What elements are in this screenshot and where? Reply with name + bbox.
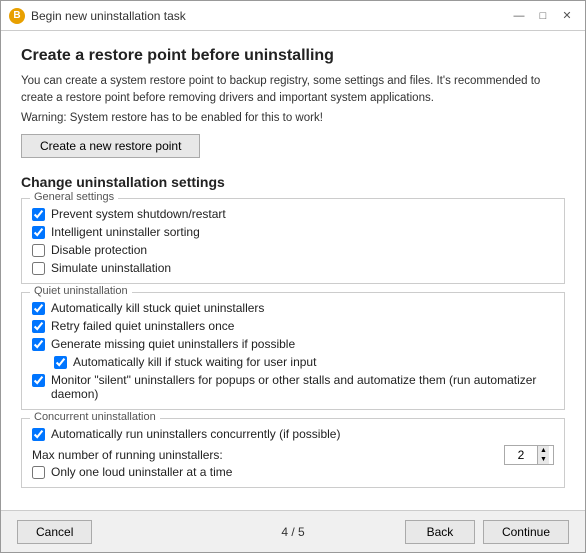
restore-warning: Warning: System restore has to be enable…: [21, 112, 565, 124]
checkbox-simulate-input[interactable]: [32, 262, 45, 275]
footer: Cancel 4 / 5 Back Continue: [1, 510, 585, 552]
spinner-max-uninstallers-input[interactable]: [505, 446, 537, 464]
title-bar: B Begin new uninstallation task — □ ✕: [1, 1, 585, 31]
concurrent-uninstall-group: Concurrent uninstallation Automatically …: [21, 418, 565, 488]
footer-right: Back Continue: [385, 520, 569, 544]
close-button[interactable]: ✕: [557, 6, 577, 26]
quiet-uninstall-group: Quiet uninstallation Automatically kill …: [21, 292, 565, 410]
title-bar-text: Begin new uninstallation task: [31, 9, 509, 23]
cancel-button[interactable]: Cancel: [17, 520, 92, 544]
spinner-up-button[interactable]: ▲: [537, 446, 549, 455]
checkbox-generate-missing: Generate missing quiet uninstallers if p…: [32, 337, 554, 351]
checkbox-monitor-silent-input[interactable]: [32, 374, 45, 387]
restore-description: You can create a system restore point to…: [21, 73, 565, 108]
checkbox-retry-failed-input[interactable]: [32, 320, 45, 333]
general-settings-label: General settings: [30, 191, 118, 203]
checkbox-intelligent-sorting: Intelligent uninstaller sorting: [32, 225, 554, 239]
checkbox-auto-concurrent: Automatically run uninstallers concurren…: [32, 427, 554, 441]
checkbox-auto-kill-waiting: Automatically kill if stuck waiting for …: [54, 355, 554, 369]
spinner-max-uninstallers-row: Max number of running uninstallers: ▲ ▼: [32, 445, 554, 465]
checkbox-prevent-shutdown-input[interactable]: [32, 208, 45, 221]
checkbox-retry-failed: Retry failed quiet uninstallers once: [32, 319, 554, 333]
footer-progress: 4 / 5: [201, 525, 385, 539]
checkbox-prevent-shutdown: Prevent system shutdown/restart: [32, 207, 554, 221]
checkbox-kill-stuck: Automatically kill stuck quiet uninstall…: [32, 301, 554, 315]
content-area: Create a restore point before uninstalli…: [1, 31, 585, 510]
title-bar-controls: — □ ✕: [509, 6, 577, 26]
restore-heading: Create a restore point before uninstalli…: [21, 47, 565, 65]
main-window: B Begin new uninstallation task — □ ✕ Cr…: [0, 0, 586, 553]
settings-heading: Change uninstallation settings: [21, 174, 565, 190]
general-settings-group: General settings Prevent system shutdown…: [21, 198, 565, 284]
back-button[interactable]: Back: [405, 520, 475, 544]
quiet-uninstall-label: Quiet uninstallation: [30, 285, 132, 297]
footer-left: Cancel: [17, 520, 201, 544]
checkbox-generate-missing-input[interactable]: [32, 338, 45, 351]
checkbox-intelligent-sorting-input[interactable]: [32, 226, 45, 239]
maximize-button[interactable]: □: [533, 6, 553, 26]
spinner-buttons: ▲ ▼: [537, 446, 549, 464]
spinner-max-uninstallers: ▲ ▼: [504, 445, 554, 465]
checkbox-simulate: Simulate uninstallation: [32, 261, 554, 275]
spinner-down-button[interactable]: ▼: [537, 455, 549, 464]
checkbox-disable-protection: Disable protection: [32, 243, 554, 257]
checkbox-auto-kill-waiting-input[interactable]: [54, 356, 67, 369]
checkbox-one-loud: Only one loud uninstaller at a time: [32, 465, 554, 479]
checkbox-monitor-silent: Monitor "silent" uninstallers for popups…: [32, 373, 554, 401]
app-icon: B: [9, 8, 25, 24]
continue-button[interactable]: Continue: [483, 520, 569, 544]
checkbox-auto-concurrent-input[interactable]: [32, 428, 45, 441]
create-restore-button[interactable]: Create a new restore point: [21, 134, 200, 158]
minimize-button[interactable]: —: [509, 6, 529, 26]
checkbox-one-loud-input[interactable]: [32, 466, 45, 479]
checkbox-kill-stuck-input[interactable]: [32, 302, 45, 315]
concurrent-uninstall-label: Concurrent uninstallation: [30, 411, 160, 423]
checkbox-disable-protection-input[interactable]: [32, 244, 45, 257]
